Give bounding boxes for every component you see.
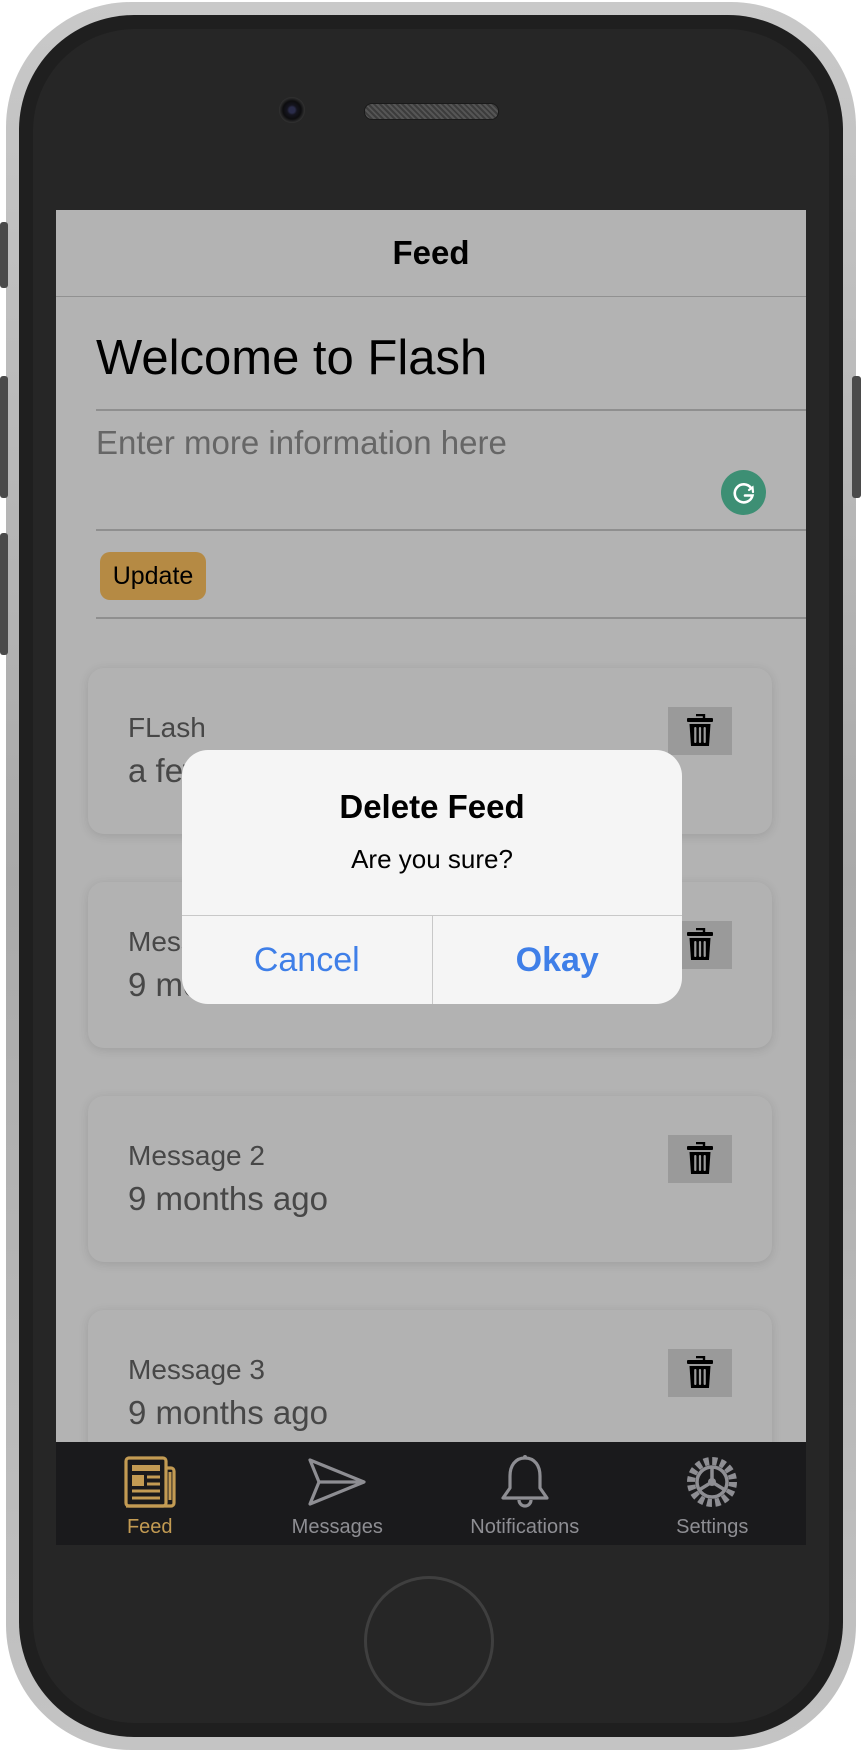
delete-button[interactable] — [668, 1349, 732, 1397]
volume-up-button — [0, 376, 8, 498]
divider — [96, 409, 806, 411]
tab-label: Notifications — [470, 1516, 580, 1538]
earpiece-speaker — [364, 103, 499, 120]
gear-icon — [687, 1457, 738, 1507]
grammarly-icon[interactable] — [721, 470, 766, 515]
mute-switch — [0, 222, 8, 288]
delete-button[interactable] — [668, 707, 732, 755]
cancel-button[interactable]: Cancel — [182, 916, 433, 1004]
divider — [96, 617, 806, 619]
feed-time: 9 months ago — [128, 1394, 328, 1431]
feed-title: FLash — [128, 712, 206, 743]
tab-label: Feed — [126, 1516, 173, 1538]
trash-icon — [687, 714, 713, 746]
tab-notifications[interactable]: Notifications — [431, 1442, 619, 1545]
feed-time: 9 months ago — [128, 1180, 328, 1217]
delete-dialog: Delete Feed Are you sure? Cancel Okay — [182, 750, 682, 1004]
power-button — [852, 376, 861, 498]
trash-icon — [687, 1356, 713, 1388]
trash-icon — [687, 1142, 713, 1174]
info-input[interactable] — [96, 423, 786, 463]
dialog-title: Delete Feed — [339, 788, 525, 825]
send-icon — [308, 1458, 366, 1506]
tab-feed[interactable]: Feed — [56, 1442, 244, 1545]
tab-messages[interactable]: Messages — [244, 1442, 432, 1545]
dialog-actions: Cancel Okay — [182, 915, 682, 1004]
tab-bar: Feed Messages Notifications Settings — [56, 1442, 806, 1545]
nav-title: Feed — [392, 234, 470, 271]
trash-icon — [687, 928, 713, 960]
tab-settings[interactable]: Settings — [619, 1442, 807, 1545]
tab-label: Messages — [291, 1516, 383, 1538]
delete-button[interactable] — [668, 1135, 732, 1183]
bell-icon — [501, 1455, 549, 1508]
okay-button[interactable]: Okay — [433, 916, 683, 1004]
feed-title: Message 2 — [128, 1140, 265, 1171]
front-camera — [279, 97, 305, 123]
tab-label: Settings — [676, 1516, 749, 1538]
newspaper-icon — [124, 1456, 176, 1508]
divider — [96, 529, 806, 531]
navigation-bar: Feed — [56, 210, 806, 297]
update-button[interactable]: Update — [100, 552, 206, 600]
dialog-message: Are you sure? — [351, 844, 513, 874]
feed-card[interactable]: Message 2 9 months ago — [88, 1096, 772, 1262]
feed-title: Message 3 — [128, 1354, 265, 1385]
volume-down-button — [0, 533, 8, 655]
home-button[interactable] — [364, 1576, 494, 1706]
page-title: Welcome to Flash — [96, 331, 488, 385]
